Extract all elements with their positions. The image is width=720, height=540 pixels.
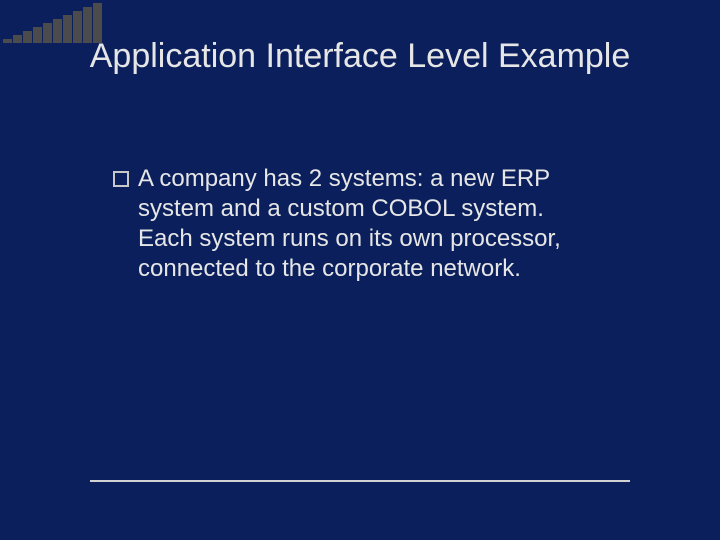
footer-divider <box>90 480 630 482</box>
slide: Application Interface Level Example A co… <box>0 0 720 540</box>
bullet-item: A company has 2 systems: a new ERP syste… <box>113 164 603 284</box>
slide-title: Application Interface Level Example <box>0 35 720 78</box>
hollow-square-bullet-icon <box>113 171 129 187</box>
body-block: A company has 2 systems: a new ERP syste… <box>113 164 603 284</box>
bullet-text: A company has 2 systems: a new ERP syste… <box>138 164 603 284</box>
title-block: Application Interface Level Example <box>0 35 720 78</box>
